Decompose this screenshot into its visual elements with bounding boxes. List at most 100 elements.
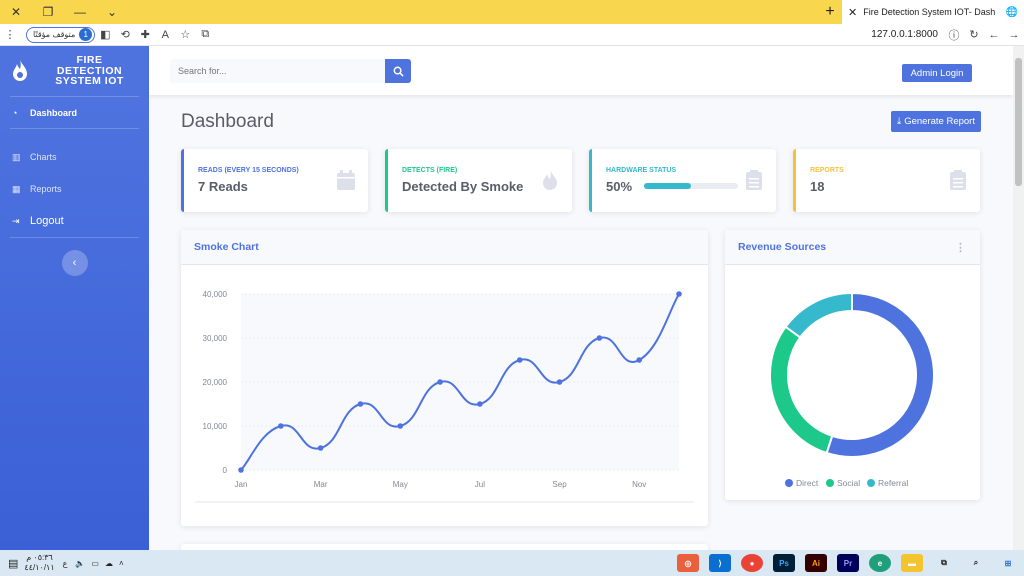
- premiere-icon[interactable]: Pr: [837, 554, 859, 572]
- generate-report-button[interactable]: ⤓ Generate Report: [891, 111, 981, 132]
- chrome-icon[interactable]: ●: [741, 554, 763, 572]
- y-tick-label: 20,000: [203, 378, 228, 387]
- reload-icon[interactable]: ↻: [964, 28, 984, 41]
- taskbar-app-icon[interactable]: ◎: [677, 554, 699, 572]
- vscode-icon[interactable]: ⟩: [709, 554, 731, 572]
- x-tick-label: May: [393, 480, 408, 489]
- sidebar-item-reports[interactable]: ▦ Reports: [0, 174, 149, 204]
- sync-icon[interactable]: ⟲: [115, 28, 135, 41]
- info-icon[interactable]: ⓘ: [944, 27, 964, 43]
- data-point[interactable]: [636, 357, 642, 363]
- minimize-window-icon[interactable]: —: [64, 0, 96, 24]
- start-icon[interactable]: ⊞: [997, 554, 1019, 572]
- data-point[interactable]: [238, 467, 244, 473]
- data-point[interactable]: [278, 423, 284, 429]
- sidebar-item-charts[interactable]: ▥ Charts: [0, 142, 149, 172]
- search-icon[interactable]: ⌕: [965, 554, 987, 572]
- card-value: 50%: [606, 179, 633, 194]
- card-reports: REPORTS 18: [793, 149, 980, 212]
- search-button[interactable]: [385, 59, 411, 83]
- card-value: 7 Reads: [198, 179, 248, 194]
- data-point[interactable]: [437, 379, 443, 385]
- back-arrow-icon[interactable]: ←: [984, 29, 1004, 41]
- forward-arrow-icon[interactable]: →: [1004, 29, 1024, 41]
- x-tick-label: Jan: [235, 480, 248, 489]
- data-point[interactable]: [596, 335, 603, 341]
- sidebar-item-logout[interactable]: ⇥ Logout: [0, 206, 149, 236]
- sidebar-item-dashboard[interactable]: ◔ Dashboard: [0, 98, 149, 128]
- date: ٤٤/١٠/١١: [24, 563, 55, 572]
- close-window-icon[interactable]: ✕: [0, 0, 32, 24]
- y-tick-label: 30,000: [203, 334, 228, 343]
- url-field[interactable]: 127.0.0.1:8000: [871, 29, 938, 40]
- clock[interactable]: ٠٥:٣٦ م ٤٤/١٠/١١: [24, 553, 54, 573]
- x-tick-label: Sep: [552, 480, 567, 489]
- donut-slice[interactable]: [825, 291, 935, 458]
- tray-chevron-icon[interactable]: ˄: [119, 559, 124, 568]
- close-tab-icon[interactable]: ✕: [848, 6, 857, 19]
- illustrator-icon[interactable]: Ai: [805, 554, 827, 572]
- favorite-star-icon[interactable]: ☆: [175, 28, 195, 41]
- extensions-icon[interactable]: ✚: [135, 28, 155, 41]
- sidebar-toggle-icon[interactable]: ◧: [95, 28, 115, 41]
- donut-slice[interactable]: [784, 291, 853, 339]
- search-input[interactable]: [170, 59, 385, 83]
- legend-swatch: [826, 479, 834, 487]
- gauge-icon: ◔: [12, 108, 18, 118]
- sign-out-icon: ⇥: [12, 215, 20, 226]
- data-point[interactable]: [477, 401, 483, 407]
- card-label: REPORTS: [810, 167, 844, 174]
- browser-tab[interactable]: ✕ Fire Detection System IOT- Dash 🌐: [842, 0, 1024, 24]
- card-reads: READS (EVERY 15 SECONDS) 7 Reads: [181, 149, 368, 212]
- y-tick-label: 0: [223, 466, 228, 475]
- data-point[interactable]: [516, 357, 523, 363]
- read-aloud-icon[interactable]: A: [155, 29, 175, 41]
- volume-icon[interactable]: 🔈: [75, 559, 85, 568]
- taskbar: ▤ ٠٥:٣٦ م ٤٤/١٠/١١ ع 🔈 ▭ ☁ ˄ ◎ ⟩ ● Ps Ai…: [0, 550, 1024, 576]
- screenshot-icon[interactable]: ⧉: [195, 28, 215, 41]
- data-point[interactable]: [317, 445, 324, 451]
- profile-pill[interactable]: متوقف مؤقتًا 1: [26, 26, 96, 43]
- more-options-icon[interactable]: ⋮: [955, 241, 966, 254]
- profile-badge: 1: [79, 28, 93, 41]
- tab-title: Fire Detection System IOT- Dash: [863, 7, 996, 17]
- y-tick-label: 40,000: [203, 290, 228, 299]
- sidebar-item-label: Reports: [30, 184, 62, 194]
- battery-icon[interactable]: ▭: [91, 559, 99, 568]
- page-scrollbar[interactable]: [1013, 46, 1024, 550]
- data-point[interactable]: [556, 379, 563, 385]
- data-point[interactable]: [676, 291, 682, 297]
- time: ٠٥:٣٦ م: [26, 553, 53, 562]
- menu-dots-icon[interactable]: ⋮: [0, 28, 20, 41]
- network-icon[interactable]: ☁: [105, 559, 113, 568]
- edge-icon[interactable]: e: [869, 554, 891, 572]
- flame-icon: [543, 170, 557, 190]
- card-label: DETECTS (FIRE): [402, 167, 458, 174]
- revenue-donut-chart: Direct Social Referral: [769, 291, 935, 488]
- restore-window-icon[interactable]: ❐: [32, 0, 64, 24]
- address-bar: ⋮ متوقف مؤقتًا 1 ◧ ⟲ ✚ A ☆ ⧉ 127.0.0.1:8…: [0, 24, 1024, 46]
- file-explorer-icon[interactable]: ▬: [901, 554, 923, 572]
- sidebar-item-label: Dashboard: [30, 108, 78, 118]
- sidebar-toggle-button[interactable]: ‹: [61, 250, 88, 276]
- data-point[interactable]: [357, 401, 364, 407]
- language-indicator[interactable]: ع: [63, 559, 68, 568]
- tab-list-chevron-icon[interactable]: ⌄: [96, 0, 128, 24]
- x-tick-label: Jul: [475, 480, 485, 489]
- new-tab-button[interactable]: +: [818, 3, 842, 21]
- photoshop-icon[interactable]: Ps: [773, 554, 795, 572]
- panel-title: Smoke Chart: [181, 230, 708, 265]
- task-view-icon[interactable]: ⧉: [933, 554, 955, 572]
- table-icon: ▦: [12, 183, 21, 194]
- legend-swatch: [867, 479, 875, 487]
- donut-slice[interactable]: [769, 325, 834, 455]
- admin-login-button[interactable]: Admin Login: [902, 64, 972, 82]
- panel-title: Revenue Sources: [738, 241, 827, 253]
- hardware-progress-bar: [644, 183, 738, 189]
- notification-icon[interactable]: ▤: [8, 557, 18, 570]
- brand[interactable]: FIRE DETECTION SYSTEM IOT: [0, 46, 149, 96]
- scrollbar-thumb[interactable]: [1015, 58, 1022, 186]
- search-icon: [393, 66, 404, 77]
- smoke-line-chart: 0 10,000 20,000 30,000 40,000 Jan Mar May Jul Sep…: [195, 290, 694, 503]
- data-point[interactable]: [397, 423, 404, 429]
